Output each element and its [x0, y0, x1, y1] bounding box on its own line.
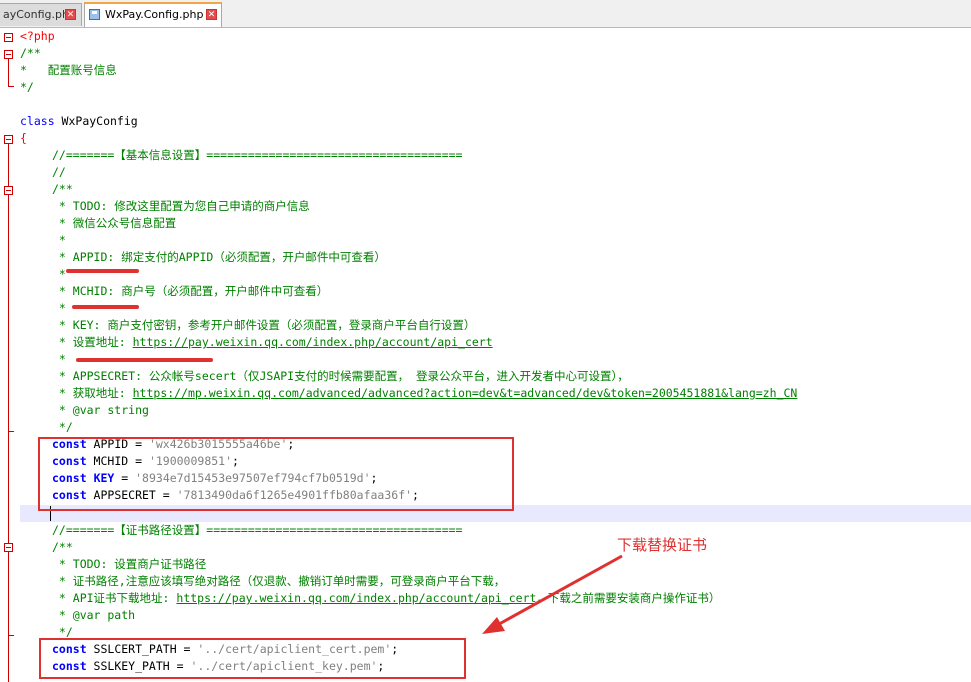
annotation-arrow: [482, 554, 623, 634]
